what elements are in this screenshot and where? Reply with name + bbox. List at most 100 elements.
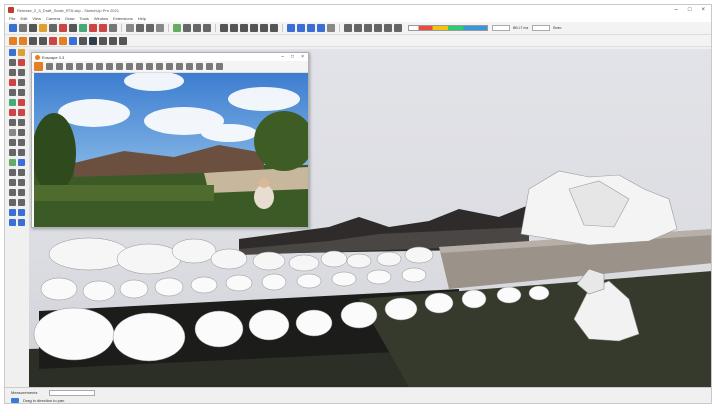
menu-camera[interactable]: Camera	[46, 16, 60, 21]
paint-bucket-icon[interactable]	[39, 24, 47, 32]
render-material-icon[interactable]	[186, 63, 193, 70]
axes-tool-icon[interactable]	[146, 24, 154, 32]
palette-rotated-rect-icon[interactable]	[18, 69, 25, 76]
dimension-tool-icon[interactable]	[156, 24, 164, 32]
palette-3dtext-icon[interactable]	[18, 149, 25, 156]
palette-move-icon[interactable]	[9, 109, 16, 116]
enscape-light-icon[interactable]	[99, 36, 107, 45]
top-view-icon[interactable]	[230, 24, 238, 32]
palette-stamp-icon[interactable]	[9, 219, 16, 226]
enscape-vr-icon[interactable]	[89, 36, 97, 45]
close-icon[interactable]: ×	[701, 7, 705, 13]
zoom-extents-icon[interactable]	[203, 24, 211, 32]
palette-arc-icon[interactable]	[9, 89, 16, 96]
menu-file[interactable]: File	[9, 16, 15, 21]
palette-position-camera-icon[interactable]	[9, 189, 16, 196]
render-export-icon[interactable]	[146, 63, 153, 70]
menu-edit[interactable]: Edit	[20, 16, 27, 21]
menu-view[interactable]: View	[32, 16, 41, 21]
enscape-start-icon[interactable]	[9, 36, 17, 45]
line-tool-icon[interactable]	[29, 24, 37, 32]
measurements-input[interactable]	[49, 390, 95, 396]
render-sun-icon[interactable]	[76, 63, 83, 70]
palette-sandbox-icon[interactable]	[9, 209, 16, 216]
palette-paint-icon[interactable]	[18, 49, 25, 56]
shaded-icon[interactable]	[317, 24, 325, 32]
palette-orbit-icon[interactable]	[9, 159, 16, 166]
render-maximize-icon[interactable]: □	[291, 54, 294, 60]
palette-drape-icon[interactable]	[18, 219, 25, 226]
render-camera-icon[interactable]	[106, 63, 113, 70]
shadow-time-slider[interactable]	[408, 25, 488, 31]
arc-tool-icon[interactable]	[69, 24, 77, 32]
palette-tape-icon[interactable]	[9, 129, 16, 136]
circle-tool-icon[interactable]	[59, 24, 67, 32]
front-view-icon[interactable]	[240, 24, 248, 32]
textured-icon[interactable]	[327, 24, 335, 32]
wireframe-icon[interactable]	[297, 24, 305, 32]
enscape-video-icon[interactable]	[49, 36, 57, 45]
zoom-icon[interactable]	[193, 24, 201, 32]
menu-help[interactable]: Help	[138, 16, 146, 21]
section-cut-icon[interactable]	[354, 24, 362, 32]
display-section-icon[interactable]	[364, 24, 372, 32]
move-tool-icon[interactable]	[89, 24, 97, 32]
menu-window[interactable]: Window	[94, 16, 108, 21]
render-window-titlebar[interactable]: Enscape 3.3 – □ ×	[32, 53, 308, 61]
render-people-icon[interactable]	[176, 63, 183, 70]
palette-dimension-icon[interactable]	[18, 129, 25, 136]
enscape-asset-library-icon[interactable]	[69, 36, 77, 45]
render-pencil-icon[interactable]	[46, 63, 53, 70]
left-view-icon[interactable]	[270, 24, 278, 32]
palette-zoom-window-icon[interactable]	[18, 169, 25, 176]
render-close-icon[interactable]: ×	[301, 54, 304, 60]
enscape-material-icon[interactable]	[79, 36, 87, 45]
palette-rotate-icon[interactable]	[18, 109, 25, 116]
date-field[interactable]	[532, 25, 551, 31]
fog-icon[interactable]	[384, 24, 392, 32]
iso-view-icon[interactable]	[220, 24, 228, 32]
palette-offset-icon[interactable]	[18, 119, 25, 126]
tape-measure-icon[interactable]	[126, 24, 134, 32]
render-vr-icon[interactable]	[66, 63, 73, 70]
maximize-icon[interactable]: □	[688, 7, 692, 13]
render-minimize-icon[interactable]: –	[281, 54, 284, 60]
menu-draw[interactable]: Draw	[65, 16, 74, 21]
render-batch-icon[interactable]	[136, 63, 143, 70]
minimize-icon[interactable]: –	[675, 7, 678, 13]
menu-extensions[interactable]: Extensions	[113, 16, 133, 21]
palette-scale-icon[interactable]	[9, 119, 16, 126]
palette-pie-icon[interactable]	[18, 89, 25, 96]
palette-freehand-icon[interactable]	[18, 59, 25, 66]
select-tool-icon[interactable]	[9, 24, 17, 32]
palette-protractor-icon[interactable]	[9, 139, 16, 146]
rotate-tool-icon[interactable]	[99, 24, 107, 32]
pan-icon[interactable]	[183, 24, 191, 32]
styles-icon[interactable]	[394, 24, 402, 32]
render-home-icon[interactable]	[34, 62, 43, 71]
palette-pan-icon[interactable]	[18, 159, 25, 166]
eraser-tool-icon[interactable]	[19, 24, 27, 32]
palette-text-icon[interactable]	[18, 139, 25, 146]
palette-previous-icon[interactable]	[18, 179, 25, 186]
enscape-export-icon[interactable]	[109, 36, 117, 45]
geo-location-icon[interactable]	[11, 398, 19, 403]
render-asset-icon[interactable]	[166, 63, 173, 70]
rectangle-tool-icon[interactable]	[49, 24, 57, 32]
xray-icon[interactable]	[287, 24, 295, 32]
menu-tools[interactable]: Tools	[80, 16, 89, 21]
section-plane-icon[interactable]	[344, 24, 352, 32]
enscape-settings-icon[interactable]	[59, 36, 67, 45]
render-clipboard-icon[interactable]	[96, 63, 103, 70]
render-upload-icon[interactable]	[196, 63, 203, 70]
enscape-capture-icon[interactable]	[39, 36, 47, 45]
render-help-icon[interactable]	[216, 63, 223, 70]
orbit-icon[interactable]	[173, 24, 181, 32]
palette-axes-icon[interactable]	[9, 149, 16, 156]
render-map-icon[interactable]	[86, 63, 93, 70]
palette-circle-icon[interactable]	[9, 79, 16, 86]
time-field[interactable]	[492, 25, 510, 31]
enscape-upload-icon[interactable]	[119, 36, 127, 45]
render-panorama-icon[interactable]	[116, 63, 123, 70]
back-view-icon[interactable]	[260, 24, 268, 32]
